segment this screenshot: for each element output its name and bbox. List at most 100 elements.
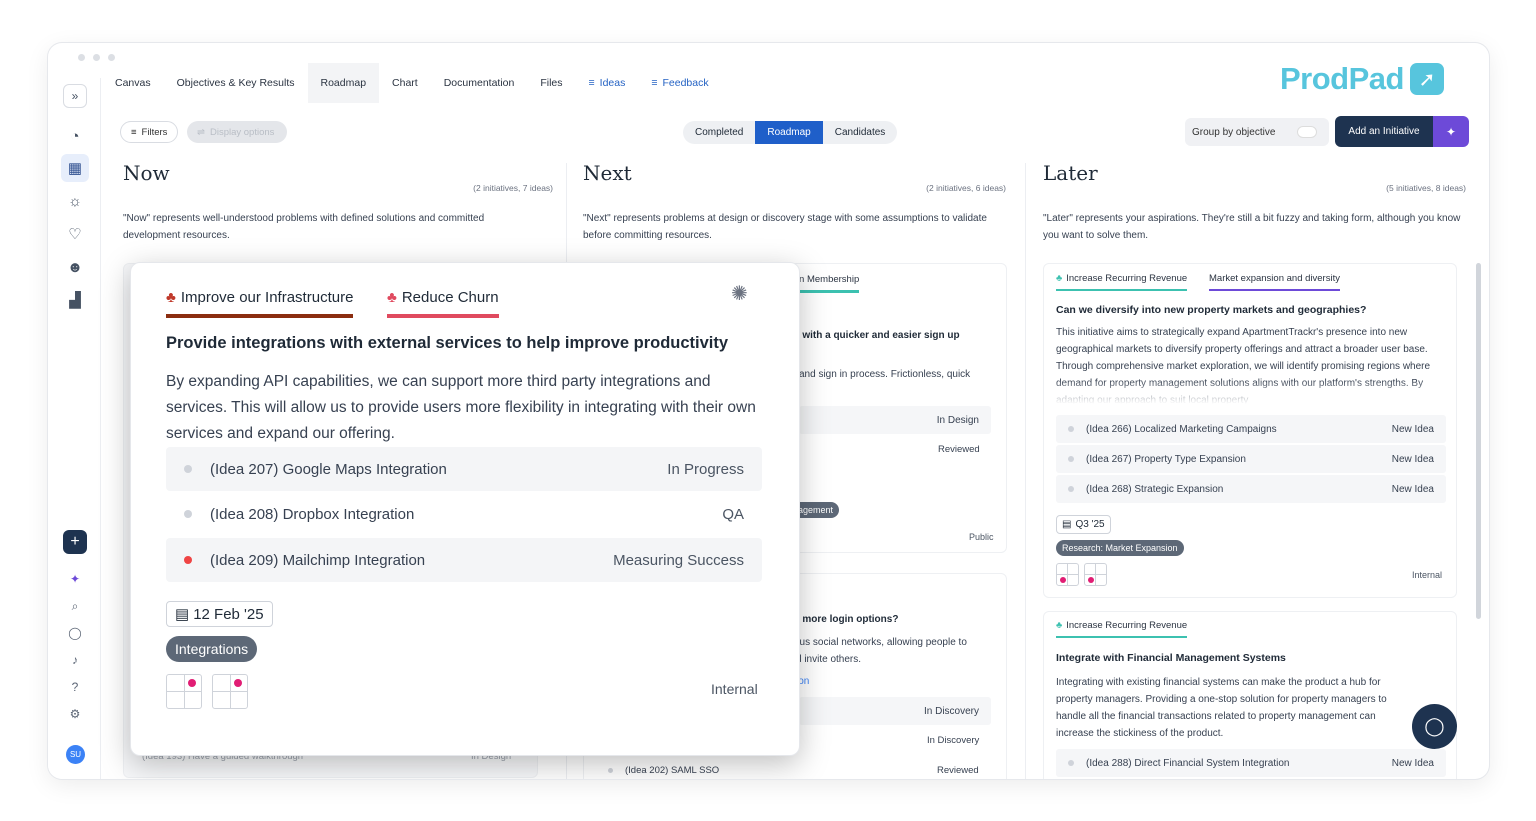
tag-badge[interactable]: Research: Market Expansion [1056, 540, 1184, 556]
initiative-detail-popup[interactable]: ♣ Improve our Infrastructure ♣ Reduce Chur… [130, 262, 800, 756]
column-later-title: Later [1043, 161, 1098, 185]
idea-status: New Idea [1391, 423, 1434, 435]
bug-icon[interactable]: ✺ [731, 281, 748, 306]
tab-ideas[interactable]: ≡ Ideas [576, 63, 639, 103]
objective-tab[interactable]: Market expansion and diversity [1209, 273, 1340, 291]
idea-row[interactable]: (Idea 208) Dropbox Integration QA [166, 492, 762, 536]
column-now: Now (2 initiatives, 7 ideas) "Now" repre… [123, 161, 553, 241]
tab-chart[interactable]: Chart [379, 63, 431, 103]
add-icon[interactable]: + [63, 530, 87, 554]
column-now-desc: "Now" represents well-understood problem… [123, 213, 485, 241]
date-chip[interactable]: ▤ 12 Feb '25 [166, 601, 273, 627]
initiative-card[interactable]: ♣ Increase Recurring Revenue Integrate wi… [1043, 611, 1457, 779]
impact-effort-matrix-icon [212, 674, 248, 709]
calendar-icon: ▤ [1062, 519, 1072, 530]
popup-body: By expanding API capabilities, we can su… [166, 373, 756, 442]
sparkle-icon: ✦ [1445, 124, 1457, 139]
segment-roadmap[interactable]: Roadmap [755, 121, 823, 144]
idea-status-dot [184, 465, 192, 473]
idea-status: In Discovery [927, 735, 980, 746]
card-title: s more login options? [794, 614, 899, 625]
toggle-switch[interactable] [1297, 126, 1317, 138]
idea-row[interactable]: (Idea 288) Direct Financial System Integ… [1056, 749, 1446, 777]
dashboard-gauge-icon[interactable]: ◔ [61, 122, 89, 150]
tab-files[interactable]: Files [527, 63, 575, 103]
idea-row[interactable]: (Idea 266) Localized Marketing Campaigns… [1056, 415, 1446, 443]
idea-row[interactable]: (Idea 209) Mailchimp Integration Measurin… [166, 538, 762, 582]
scrollbar[interactable] [1476, 263, 1481, 619]
idea-ref: (Idea 202) [625, 765, 669, 776]
help-icon[interactable]: ? [66, 678, 84, 696]
group-by-objective-toggle[interactable]: Group by objective [1185, 118, 1329, 146]
tag-badge[interactable]: Integrations [166, 636, 258, 662]
idea-row[interactable]: In Design [799, 406, 991, 434]
sliders-icon: ⇌ [197, 126, 205, 138]
objective-tab[interactable]: ♣ Increase Recurring Revenue [1056, 273, 1188, 291]
search-icon[interactable]: ⌕ [66, 597, 84, 615]
date-label: 12 Feb '25 [193, 605, 264, 623]
idea-row[interactable]: (Idea 202) SAML SSO [608, 765, 719, 776]
filters-button[interactable]: ≡ Filters [120, 121, 179, 143]
column-later: Later (5 initiatives, 8 ideas) "Later" r… [1043, 161, 1466, 241]
idea-name: Mailchimp Integration [282, 551, 426, 569]
chat-icon[interactable]: ◯ [66, 624, 84, 642]
visibility-label: Public [969, 532, 994, 542]
idea-status: Measuring Success [613, 551, 744, 569]
idea-status-dot [1068, 486, 1074, 492]
idea-status: New Idea [1391, 453, 1434, 465]
objective-tab[interactable]: ♣ Improve our Infrastructure [166, 289, 354, 318]
avatar[interactable]: SU [66, 745, 85, 764]
visibility-label: Internal [1412, 570, 1443, 580]
card-body: Integrating with existing financial syst… [1056, 677, 1387, 739]
tab-ideas-label: Ideas [599, 77, 626, 89]
idea-row[interactable]: (Idea 268) Strategic Expansion New Idea [1056, 475, 1446, 503]
objective-label: Increase Recurring Revenue [1066, 273, 1188, 284]
tab-canvas[interactable]: Canvas [102, 63, 164, 103]
idea-row[interactable]: In Discovery [799, 697, 991, 725]
prodpad-logo: ProdPad ➚ [1280, 61, 1444, 97]
objective-tab[interactable]: ♣ Increase Recurring Revenue [1056, 620, 1188, 638]
idea-ref: (Idea 288) [1086, 757, 1132, 769]
segment-completed[interactable]: Completed [683, 121, 755, 144]
initiative-card[interactable]: ♣ Increase Recurring Revenue Market expan… [1043, 263, 1457, 598]
tab-documentation[interactable]: Documentation [431, 63, 528, 103]
idea-status: Reviewed [938, 444, 980, 455]
date-chip[interactable]: ▤ Q3 '25 [1056, 515, 1111, 534]
roadmap-grid-icon[interactable]: ▦ [61, 154, 89, 182]
filters-label: Filters [141, 126, 168, 138]
idea-status-dot [184, 556, 192, 564]
column-next-title: Next [583, 161, 632, 185]
tab-roadmap[interactable]: Roadmap [307, 63, 380, 103]
feedback-bubble-icon[interactable]: ♡ [61, 220, 89, 248]
idea-status-dot [1068, 456, 1074, 462]
idea-name: Localized Marketing Campaigns [1134, 423, 1277, 435]
idea-row[interactable]: (Idea 207) Google Maps Integration In Pro… [166, 447, 762, 491]
ai-sparkle-button[interactable]: ✦ [1433, 116, 1469, 147]
customers-icon[interactable]: ☻ [61, 253, 89, 281]
objective-tab[interactable]: ♣ Reduce Churn [387, 289, 499, 318]
idea-ref: (Idea 207) [210, 460, 279, 478]
tab-feedback[interactable]: ≡ Feedback [638, 63, 721, 103]
idea-row[interactable]: (Idea 267) Property Type Expansion New Id… [1056, 445, 1446, 473]
sparkle-icon[interactable]: ✦ [66, 570, 84, 588]
settings-gear-icon[interactable]: ⚙ [66, 705, 84, 723]
group-by-label: Group by objective [1192, 126, 1276, 138]
chat-support-button[interactable]: ◯ [1412, 704, 1457, 749]
tab-okrs[interactable]: Objectives & Key Results [164, 63, 308, 103]
idea-status: In Design [936, 414, 979, 426]
prodpad-arrow-icon: ➚ [1409, 63, 1444, 95]
add-initiative-button[interactable]: Add an Initiative [1335, 116, 1433, 147]
display-options-button[interactable]: ⇌ Display options [187, 121, 287, 143]
idea-status-dot [608, 768, 613, 773]
notification-bell-icon[interactable]: ♪ [66, 651, 84, 669]
idea-name: Google Maps Integration [282, 460, 447, 478]
tab-feedback-label: Feedback [662, 77, 709, 89]
expand-sidebar-icon[interactable]: » [63, 84, 87, 108]
idea-status: New Idea [1391, 483, 1434, 495]
lightbulb-icon[interactable]: ☼ [61, 187, 89, 215]
idea-status-dot [184, 510, 192, 518]
idea-ref: (Idea 268) [1086, 483, 1132, 495]
segment-candidates[interactable]: Candidates [823, 121, 898, 144]
reports-chart-icon[interactable]: ▟ [61, 286, 89, 314]
app-window: » ◔ ▦ ☼ ♡ ☻ ▟ + ✦ ⌕ ◯ ♪ ? ⚙ SU Canvas Ob… [48, 43, 1489, 779]
